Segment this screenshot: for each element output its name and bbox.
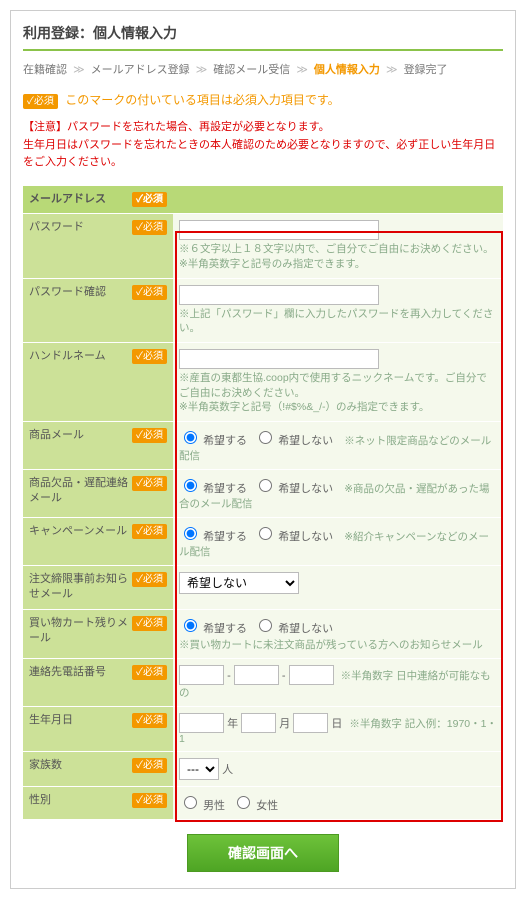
label-product-mail: 商品メール <box>29 428 84 443</box>
label-campaign-mail: キャンペーンメール <box>29 524 127 539</box>
hint-password-confirm: ※上記「パスワード」欄に入力したパスワードを再入力してください。 <box>179 307 497 336</box>
cart-mail-no[interactable]: 希望しない <box>254 623 333 635</box>
unit-year: 年 <box>227 718 238 730</box>
cart-mail-yes-radio[interactable] <box>184 619 197 632</box>
phone-sep: - <box>282 670 286 682</box>
warning-line: 生年月日はパスワードを忘れたときの本人確認のため必要となりますので、必ず正しい生… <box>23 137 503 172</box>
breadcrumb-step: 確認メール受信 <box>213 64 290 76</box>
hint-handle: ※産直の東都生協.coop内で使用するニックネームです。ご自分でご自由にお決めく… <box>179 371 497 415</box>
campaign-mail-no-radio[interactable] <box>259 527 272 540</box>
phone-2-input[interactable] <box>234 665 279 685</box>
gender-female-radio[interactable] <box>237 796 250 809</box>
page-title: 利用登録：個人情報入力 <box>23 23 503 51</box>
label-phone: 連絡先電話番号 <box>29 665 106 680</box>
form-panel: 利用登録：個人情報入力 在籍確認 ≫ メールアドレス登録 ≫ 確認メール受信 ≫… <box>10 10 516 889</box>
breadcrumb-sep: ≫ <box>386 64 398 76</box>
required-badge: ✓必須 <box>132 572 167 587</box>
note-cart-mail: ※買い物カートに未注文商品が残っている方へのお知らせメール <box>179 638 497 653</box>
handle-input[interactable] <box>179 349 379 369</box>
warning-block: 【注意】パスワードを忘れた場合、再設定が必要となります。 生年月日はパスワードを… <box>23 119 503 172</box>
label-handle: ハンドルネーム <box>29 349 106 364</box>
product-mail-yes-radio[interactable] <box>184 431 197 444</box>
form-table: メールアドレス ✓必須 パスワード ✓必須 ※６文字以上１８文字以内で、ご自分でご… <box>23 186 503 821</box>
birth-year-input[interactable] <box>179 713 224 733</box>
required-badge: ✓必須 <box>132 713 167 728</box>
label-cart-mail: 買い物カート残りメール <box>29 616 128 647</box>
required-note: ✓必須 このマークの付いている項目は必須入力項目です。 <box>23 91 503 109</box>
required-badge: ✓必須 <box>132 616 167 631</box>
required-badge: ✓必須 <box>132 428 167 443</box>
campaign-mail-yes-radio[interactable] <box>184 527 197 540</box>
section-header: メールアドレス ✓必須 <box>23 186 173 214</box>
phone-3-input[interactable] <box>289 665 334 685</box>
label-deadline-mail: 注文締限事前お知らせメール <box>29 572 128 603</box>
stock-mail-yes-radio[interactable] <box>184 479 197 492</box>
unit-day: 日 <box>331 718 342 730</box>
breadcrumb-step: 登録完了 <box>404 64 448 76</box>
deadline-mail-select[interactable]: 希望しない <box>179 572 299 594</box>
password-input[interactable] <box>179 220 379 240</box>
product-mail-yes[interactable]: 希望する <box>179 435 247 447</box>
stock-mail-no-radio[interactable] <box>259 479 272 492</box>
note-phone: ※半角数字 日中連絡が可能なもの <box>179 670 491 699</box>
label-password-confirm: パスワード確認 <box>29 285 106 300</box>
password-confirm-input[interactable] <box>179 285 379 305</box>
product-mail-no[interactable]: 希望しない <box>254 435 333 447</box>
birth-day-input[interactable] <box>293 713 328 733</box>
submit-button[interactable]: 確認画面へ <box>187 834 339 872</box>
breadcrumb-step-current: 個人情報入力 <box>314 64 380 76</box>
required-badge: ✓必須 <box>132 793 167 808</box>
cart-mail-no-radio[interactable] <box>259 619 272 632</box>
birth-month-input[interactable] <box>241 713 276 733</box>
warning-line: 【注意】パスワードを忘れた場合、再設定が必要となります。 <box>23 119 503 137</box>
section-header-label: メールアドレス <box>29 192 106 207</box>
gender-female[interactable]: 女性 <box>232 800 278 812</box>
cart-mail-yes[interactable]: 希望する <box>179 623 247 635</box>
required-badge: ✓必須 <box>132 192 167 207</box>
required-badge: ✓必須 <box>132 524 167 539</box>
gender-male[interactable]: 男性 <box>179 800 225 812</box>
label-stock-mail: 商品欠品・遅配連絡メール <box>29 476 128 507</box>
required-badge: ✓必須 <box>132 665 167 680</box>
campaign-mail-yes[interactable]: 希望する <box>179 531 247 543</box>
breadcrumb-sep: ≫ <box>196 64 208 76</box>
breadcrumb-step: メールアドレス登録 <box>91 64 190 76</box>
label-family: 家族数 <box>29 758 62 773</box>
gender-male-radio[interactable] <box>184 796 197 809</box>
stock-mail-yes[interactable]: 希望する <box>179 483 247 495</box>
product-mail-no-radio[interactable] <box>259 431 272 444</box>
unit-family: 人 <box>222 764 233 776</box>
section-header-cell <box>173 186 503 214</box>
required-badge: ✓必須 <box>132 285 167 300</box>
phone-sep: - <box>227 670 231 682</box>
required-badge: ✓必須 <box>23 94 58 109</box>
unit-month: 月 <box>279 718 290 730</box>
label-gender: 性別 <box>29 793 51 808</box>
hint-password: ※６文字以上１８文字以内で、ご自分でご自由にお決めください。 ※半角英数字と記号… <box>179 242 497 271</box>
label-birth: 生年月日 <box>29 713 73 728</box>
stock-mail-no[interactable]: 希望しない <box>254 483 333 495</box>
required-badge: ✓必須 <box>132 758 167 773</box>
required-badge: ✓必須 <box>132 476 167 491</box>
required-badge: ✓必須 <box>132 349 167 364</box>
breadcrumb-step: 在籍確認 <box>23 64 67 76</box>
required-badge: ✓必須 <box>132 220 167 235</box>
campaign-mail-no[interactable]: 希望しない <box>254 531 333 543</box>
required-note-text: このマークの付いている項目は必須入力項目です。 <box>65 93 339 107</box>
breadcrumb-sep: ≫ <box>73 64 85 76</box>
phone-1-input[interactable] <box>179 665 224 685</box>
breadcrumb: 在籍確認 ≫ メールアドレス登録 ≫ 確認メール受信 ≫ 個人情報入力 ≫ 登録… <box>23 61 503 77</box>
breadcrumb-sep: ≫ <box>296 64 308 76</box>
label-password: パスワード <box>29 220 84 235</box>
family-select[interactable]: --- <box>179 758 219 780</box>
